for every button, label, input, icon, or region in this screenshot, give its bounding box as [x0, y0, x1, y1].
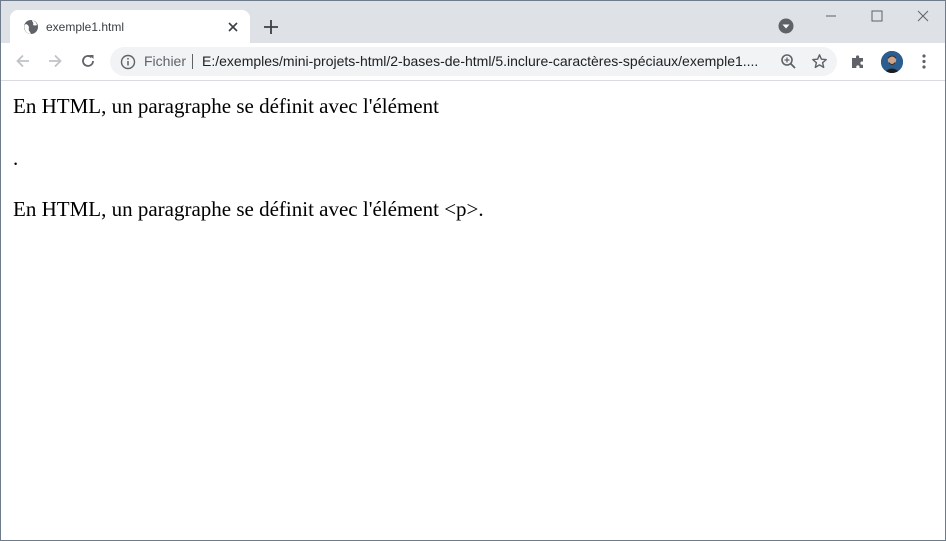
tab-strip: exemple1.html: [1, 1, 945, 43]
maximize-icon[interactable]: [854, 1, 900, 31]
tab-exemple1[interactable]: exemple1.html: [10, 10, 250, 43]
browser-window: exemple1.html Fichier E:/exemples/mini-p…: [0, 0, 946, 541]
tab-title: exemple1.html: [46, 20, 125, 34]
new-tab-plus-icon[interactable]: [262, 18, 280, 36]
tab-search-chevron-down-icon[interactable]: [778, 18, 794, 34]
toolbar: Fichier E:/exemples/mini-projets-html/2-…: [1, 43, 945, 81]
address-bar[interactable]: Fichier E:/exemples/mini-projets-html/2-…: [110, 47, 837, 76]
profile-photo-icon: [881, 51, 903, 73]
bookmark-star-icon[interactable]: [811, 53, 828, 70]
zoom-icon[interactable]: [780, 53, 797, 70]
url-text[interactable]: E:/exemples/mini-projets-html/2-bases-de…: [202, 53, 762, 70]
menu-more-vert-icon[interactable]: [916, 53, 932, 70]
paragraph-3: En HTML, un paragraphe se définit avec l…: [13, 197, 484, 221]
extensions-puzzle-icon[interactable]: [850, 53, 867, 70]
window-close-icon[interactable]: [900, 1, 946, 31]
globe-icon: [24, 20, 38, 34]
page-content: En HTML, un paragraphe se définit avec l…: [1, 81, 945, 540]
paragraph-2: .: [13, 146, 19, 170]
close-tab-icon[interactable]: [225, 19, 241, 35]
forward-arrow-right-icon[interactable]: [46, 52, 64, 70]
avatar[interactable]: [881, 51, 903, 73]
scheme-label: Fichier: [144, 53, 187, 69]
minimize-icon[interactable]: [808, 1, 854, 31]
reload-icon[interactable]: [79, 52, 97, 70]
info-icon[interactable]: [120, 54, 136, 70]
back-arrow-left-icon[interactable]: [14, 52, 32, 70]
omnibox-divider: [192, 54, 193, 69]
paragraph-1: En HTML, un paragraphe se définit avec l…: [13, 94, 439, 118]
